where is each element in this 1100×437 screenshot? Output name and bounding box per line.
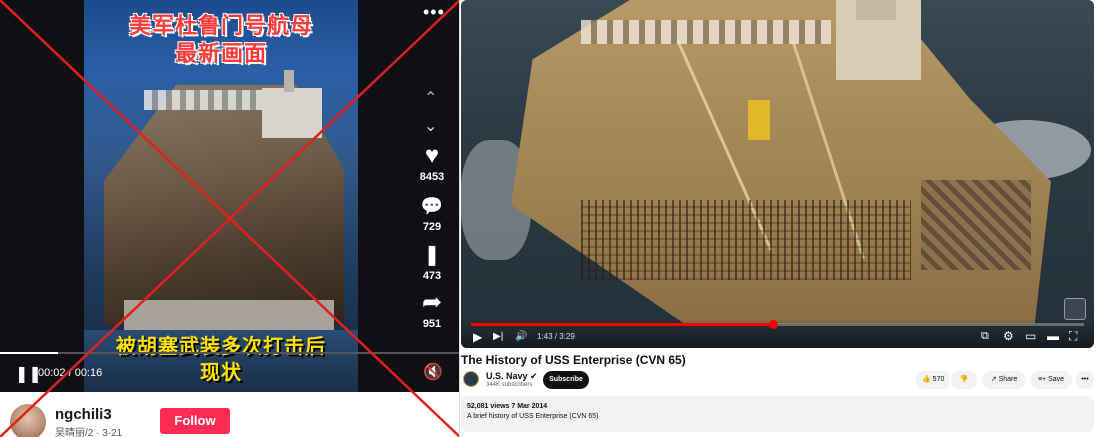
tiktok-progress-fill	[0, 352, 58, 354]
thumbs-down-icon: 👎	[959, 376, 969, 383]
comparison-image: 美军杜鲁门号航母 最新画面 被胡塞武装多次打击后 现状 ••• ⌃ ⌄ ♥ 84…	[0, 0, 1100, 437]
volume-icon[interactable]: 🔊	[515, 331, 527, 342]
mute-icon[interactable]: 🔇	[423, 362, 443, 382]
youtube-progress-knob[interactable]	[769, 320, 779, 329]
bookmark-icon: ❚	[423, 244, 441, 266]
captions-icon[interactable]: ⧉	[981, 330, 989, 343]
comment-icon: 💬	[420, 196, 444, 216]
dislike-button[interactable]: 👎	[951, 371, 977, 389]
theater-mode-icon[interactable]: ▬	[1047, 329, 1059, 343]
channel-name[interactable]: U.S. Navy ✔	[486, 371, 538, 382]
share-icon: ↗	[990, 376, 997, 383]
subscribe-button[interactable]: Subscribe	[543, 371, 589, 389]
view-stats: 52,081 views 7 Mar 2014	[467, 403, 548, 410]
save-button[interactable]: ≡+ Save	[1030, 371, 1072, 389]
tiktok-author-bar: ngchili3 吴晴丽/2 · 3-21 Follow	[0, 392, 459, 437]
deck-wreckage-image	[921, 180, 1031, 270]
carrier-island-image	[262, 88, 322, 138]
chevron-up-icon[interactable]: ⌃	[424, 88, 437, 108]
heart-icon: ♥	[424, 142, 440, 169]
tiktok-progress-bar[interactable]	[0, 352, 459, 354]
miniplayer-icon[interactable]: ▭	[1025, 329, 1036, 343]
more-actions-button[interactable]: •••	[1076, 371, 1094, 389]
comment-count: 729	[422, 221, 442, 233]
youtube-controls: ▶ ▶| 🔊 1:43 / 3:29 ⧉ ⚙ ▭ ▬ ⛶	[461, 318, 1094, 348]
tiktok-panel: 美军杜鲁门号航母 最新画面 被胡塞武装多次打击后 现状 ••• ⌃ ⌄ ♥ 84…	[0, 0, 460, 437]
description-box[interactable]: 52,081 views 7 Mar 2014 A brief history …	[461, 396, 1094, 432]
channel-avatar[interactable]	[463, 371, 479, 387]
carrier-mast-image	[284, 70, 294, 92]
gear-icon[interactable]: ⚙	[1003, 329, 1014, 343]
youtube-video-player[interactable]: ▶ ▶| 🔊 1:43 / 3:29 ⧉ ⚙ ▭ ▬ ⛶	[461, 0, 1094, 348]
description-text: A brief history of USS Enterprise (CVN 6…	[467, 413, 599, 420]
share-button[interactable]: ↗ Share	[982, 371, 1026, 389]
next-icon[interactable]: ▶|	[493, 331, 503, 342]
save-action[interactable]: ❚ 473	[412, 242, 452, 282]
save-count: 473	[422, 270, 442, 282]
like-count: 570	[932, 376, 945, 383]
like-action[interactable]: ♥ 8453	[412, 142, 452, 184]
play-icon[interactable]: ▶	[473, 330, 482, 344]
youtube-progress-bar[interactable]	[471, 320, 1084, 329]
youtube-panel: ▶ ▶| 🔊 1:43 / 3:29 ⧉ ⚙ ▭ ▬ ⛶ The History…	[461, 0, 1100, 437]
tiktok-video-player[interactable]: 美军杜鲁门号航母 最新画面 被胡塞武装多次打击后 现状 ••• ⌃ ⌄ ♥ 84…	[0, 0, 459, 392]
crew-crowd-image	[581, 200, 911, 280]
follow-button[interactable]: Follow	[160, 408, 230, 434]
thumbs-up-icon: 👍	[922, 376, 931, 383]
fullscreen-icon[interactable]: ⛶	[1069, 329, 1077, 344]
comment-action[interactable]: 💬 729	[412, 193, 452, 233]
username[interactable]: ngchili3	[55, 406, 112, 423]
subscriber-count: 344K subscribers	[486, 382, 533, 388]
chevron-down-icon[interactable]: ⌄	[424, 116, 437, 136]
parked-jets-image	[144, 90, 264, 110]
more-options-icon[interactable]: •••	[423, 2, 445, 23]
share-action[interactable]: ➦ 951	[412, 289, 452, 331]
share-icon: ➦	[421, 289, 443, 316]
share-count: 951	[422, 318, 442, 330]
carrier-mast-image	[856, 0, 896, 20]
tiktok-controls: ❚❚ 00:02 / 00:16 🔇	[0, 352, 459, 392]
author-subline: 吴晴丽/2 · 3-21	[55, 428, 123, 437]
caption-top-line2: 最新画面	[174, 42, 267, 67]
tiktok-video-frame: 美军杜鲁门号航母 最新画面 被胡塞武装多次打击后 现状	[84, 0, 358, 392]
parked-jets-image	[581, 20, 831, 44]
share-label: Share	[998, 376, 1018, 383]
tiktok-time: 00:02 / 00:16	[38, 367, 103, 379]
save-label: Save	[1048, 376, 1065, 383]
avatar[interactable]	[10, 404, 46, 437]
save-icon: ≡+	[1037, 376, 1047, 383]
youtube-time: 1:43 / 3:29	[537, 332, 575, 341]
navy-seal-icon	[1064, 298, 1086, 320]
youtube-progress-fill	[471, 323, 774, 326]
like-button[interactable]: 👍 570	[916, 371, 950, 389]
deck-crane-image	[748, 100, 770, 140]
like-count: 8453	[419, 171, 445, 183]
video-title: The History of USS Enterprise (CVN 65)	[461, 353, 686, 367]
